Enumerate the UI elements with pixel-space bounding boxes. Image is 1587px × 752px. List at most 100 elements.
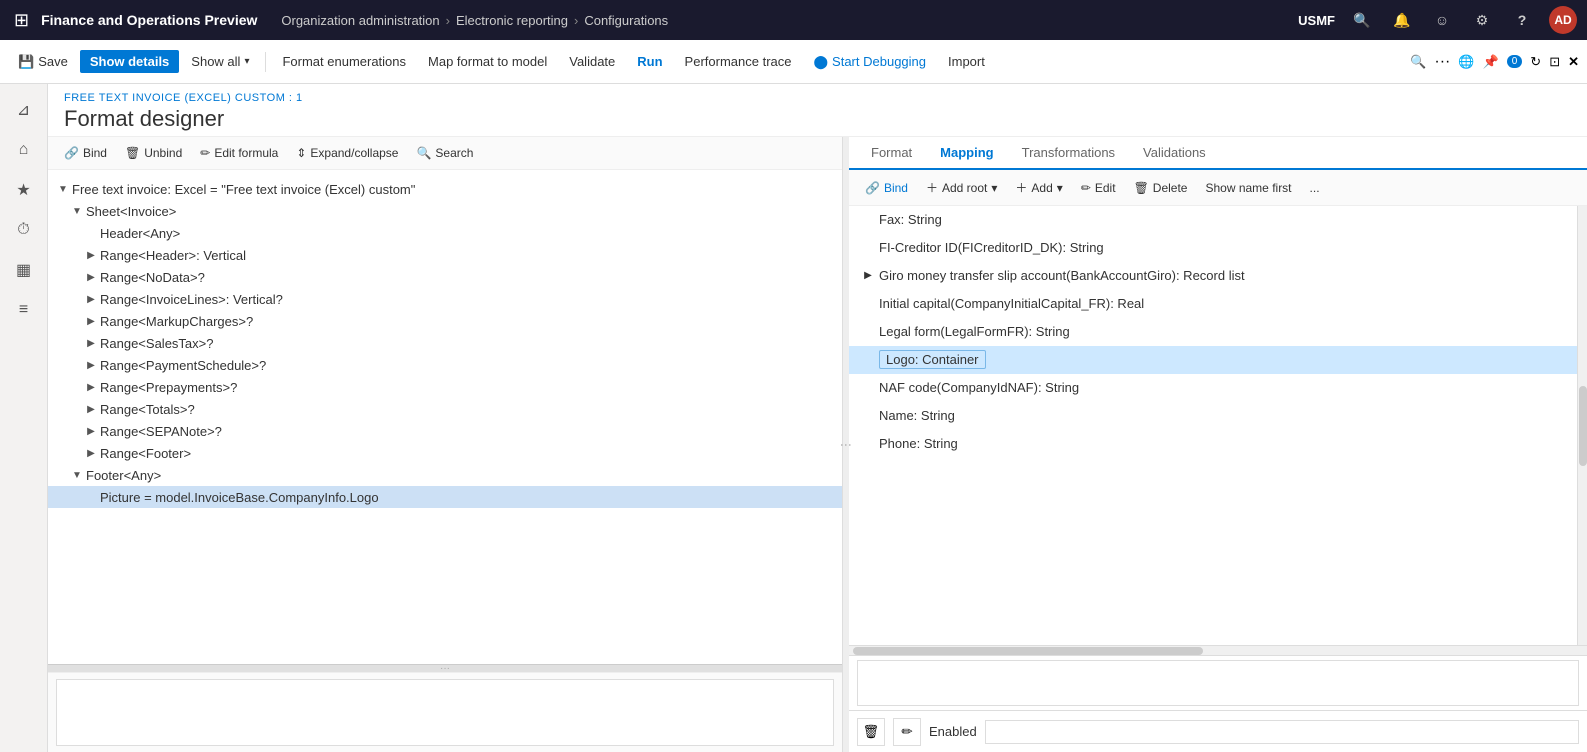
toolbar-pin-icon[interactable]: 📌 <box>1483 54 1499 70</box>
tree-toggle[interactable]: ▶ <box>84 314 98 328</box>
tree-item[interactable]: ▶ Range<Prepayments>? <box>48 376 842 398</box>
mapping-edit-action-button[interactable]: ✏ <box>893 718 921 746</box>
mapping-item[interactable]: Phone: String <box>849 430 1577 458</box>
tree-toggle[interactable]: ▶ <box>84 424 98 438</box>
tree-item[interactable]: ▼ Free text invoice: Excel = "Free text … <box>48 178 842 200</box>
show-details-button[interactable]: Show details <box>80 50 179 73</box>
tree-toggle[interactable]: ▼ <box>70 468 84 482</box>
breadcrumb-electronic-reporting[interactable]: Electronic reporting <box>456 13 568 28</box>
mapping-item[interactable]: ▶ Giro money transfer slip account(BankA… <box>849 262 1577 290</box>
tree-toggle[interactable]: ▶ <box>84 336 98 350</box>
format-enumerations-button[interactable]: Format enumerations <box>272 50 416 73</box>
tree-bind-button[interactable]: 🔗 Bind <box>56 143 115 163</box>
run-button[interactable]: Run <box>627 50 672 73</box>
formula-input[interactable] <box>857 660 1579 706</box>
tree-item-selected[interactable]: ▶ Picture = model.InvoiceBase.CompanyInf… <box>48 486 842 508</box>
mapping-item[interactable]: FI-Creditor ID(FICreditorID_DK): String <box>849 234 1577 262</box>
sidebar-list-icon[interactable]: ≡ <box>6 292 42 328</box>
horizontal-divider[interactable]: ··· <box>48 664 842 672</box>
breadcrumb-org-admin[interactable]: Organization administration <box>281 13 439 28</box>
toolbar-search-icon[interactable]: 🔍 <box>1410 54 1426 70</box>
import-button[interactable]: Import <box>938 50 995 73</box>
mapping-bind-button[interactable]: 🔗 Bind <box>857 178 916 198</box>
avatar[interactable]: AD <box>1549 6 1577 34</box>
sidebar-clock-icon[interactable]: ⏱ <box>6 212 42 248</box>
tree-expand-collapse-button[interactable]: ⇕ Expand/collapse <box>288 143 406 163</box>
mapping-item[interactable]: Fax: String <box>849 206 1577 234</box>
tree-item[interactable]: ▶ Range<SalesTax>? <box>48 332 842 354</box>
tree-item[interactable]: ▶ Range<NoData>? <box>48 266 842 288</box>
tree-item[interactable]: ▶ Range<InvoiceLines>: Vertical? <box>48 288 842 310</box>
tree-item[interactable]: ▶ Range<PaymentSchedule>? <box>48 354 842 376</box>
mapping-add-root-icon: ＋ <box>926 179 938 196</box>
show-all-button[interactable]: Show all ▾ <box>181 50 259 73</box>
save-button[interactable]: 💾 Save <box>8 50 78 74</box>
app-title: Finance and Operations Preview <box>41 12 257 28</box>
tree-toggle[interactable]: ▶ <box>84 292 98 306</box>
toolbar-more-icon[interactable]: ··· <box>1434 53 1450 71</box>
gear-icon[interactable]: ⚙ <box>1469 7 1495 33</box>
tree-toggle[interactable]: ▶ <box>84 446 98 460</box>
help-icon[interactable]: ? <box>1509 7 1535 33</box>
tree-toggle[interactable]: ▶ <box>84 248 98 262</box>
performance-trace-button[interactable]: Performance trace <box>675 50 802 73</box>
mapping-item[interactable]: Name: String <box>849 402 1577 430</box>
left-sidebar: ⊿ ⌂ ★ ⏱ ▦ ≡ <box>0 84 48 752</box>
tree-item[interactable]: ▶ Range<Header>: Vertical <box>48 244 842 266</box>
tree-search-button[interactable]: 🔍 Search <box>408 143 481 163</box>
tree-item[interactable]: ▶ Range<MarkupCharges>? <box>48 310 842 332</box>
tree-unbind-button[interactable]: 🗑 Unbind <box>117 143 190 163</box>
mapping-item-selected[interactable]: Logo: Container <box>849 346 1577 374</box>
mapping-toolbar: 🔗 Bind ＋ Add root ▾ ＋ Add ▾ ✏ <box>849 170 1587 206</box>
tree-item[interactable]: ▼ Sheet<Invoice> <box>48 200 842 222</box>
mapping-more-button[interactable]: ... <box>1302 178 1328 198</box>
map-format-button[interactable]: Map format to model <box>418 50 557 73</box>
toolbar-refresh-icon[interactable]: ↻ <box>1530 54 1541 70</box>
tab-format[interactable]: Format <box>857 137 926 170</box>
mapping-hscrollbar[interactable] <box>849 645 1587 655</box>
enabled-input[interactable] <box>985 720 1579 744</box>
toolbar-close-icon[interactable]: ✕ <box>1568 54 1579 70</box>
mapping-pane: Format Mapping Transformations Validatio… <box>849 137 1587 752</box>
mapping-add-root-button[interactable]: ＋ Add root ▾ <box>918 176 1005 199</box>
mapping-delete-button[interactable]: 🗑 Delete <box>1126 178 1196 198</box>
tree-toggle[interactable]: ▼ <box>56 182 70 196</box>
tree-edit-formula-button[interactable]: ✏ Edit formula <box>192 143 286 163</box>
search-icon[interactable]: 🔍 <box>1349 7 1375 33</box>
mapping-delete-action-button[interactable]: 🗑 <box>857 718 885 746</box>
tree-item[interactable]: ▼ Footer<Any> <box>48 464 842 486</box>
mapping-add-icon: ＋ <box>1015 179 1027 196</box>
sidebar-grid-icon[interactable]: ▦ <box>6 252 42 288</box>
tree-item[interactable]: ▶ Range<Totals>? <box>48 398 842 420</box>
smiley-icon[interactable]: ☺ <box>1429 7 1455 33</box>
app-grid-icon[interactable]: ⊞ <box>10 6 33 35</box>
tree-toggle[interactable]: ▶ <box>84 270 98 284</box>
tree-toggle[interactable]: ▼ <box>70 204 84 218</box>
tab-transformations[interactable]: Transformations <box>1008 137 1129 170</box>
mapping-add-button[interactable]: ＋ Add ▾ <box>1007 176 1070 199</box>
mapping-item[interactable]: Legal form(LegalFormFR): String <box>849 318 1577 346</box>
toolbar-globe-icon[interactable]: 🌐 <box>1458 54 1474 70</box>
sidebar-filter-icon[interactable]: ⊿ <box>6 92 42 128</box>
breadcrumb-configurations[interactable]: Configurations <box>584 13 668 28</box>
sidebar-home-icon[interactable]: ⌂ <box>6 132 42 168</box>
bell-icon[interactable]: 🔔 <box>1389 7 1415 33</box>
tree-item[interactable]: ▶ Range<Footer> <box>48 442 842 464</box>
tab-mapping[interactable]: Mapping <box>926 137 1007 170</box>
sidebar-star-icon[interactable]: ★ <box>6 172 42 208</box>
validate-button[interactable]: Validate <box>559 50 625 73</box>
tab-validations[interactable]: Validations <box>1129 137 1220 170</box>
mapping-edit-button[interactable]: ✏ Edit <box>1073 178 1124 198</box>
tree-toggle[interactable]: ▶ <box>84 380 98 394</box>
tree-toggle[interactable]: ▶ <box>84 402 98 416</box>
show-name-first-button[interactable]: Show name first <box>1197 178 1299 198</box>
mapping-scrollbar[interactable] <box>1577 206 1587 645</box>
toolbar-open-icon[interactable]: ⊡ <box>1549 54 1560 70</box>
tree-item[interactable]: ▶ Range<SEPANote>? <box>48 420 842 442</box>
start-debugging-button[interactable]: ⬤ Start Debugging <box>803 50 936 74</box>
tree-item[interactable]: ▶ Header<Any> <box>48 222 842 244</box>
mapping-item[interactable]: Initial capital(CompanyInitialCapital_FR… <box>849 290 1577 318</box>
mapping-item[interactable]: NAF code(CompanyIdNAF): String <box>849 374 1577 402</box>
tree-formula-box[interactable] <box>56 679 834 746</box>
tree-toggle[interactable]: ▶ <box>84 358 98 372</box>
